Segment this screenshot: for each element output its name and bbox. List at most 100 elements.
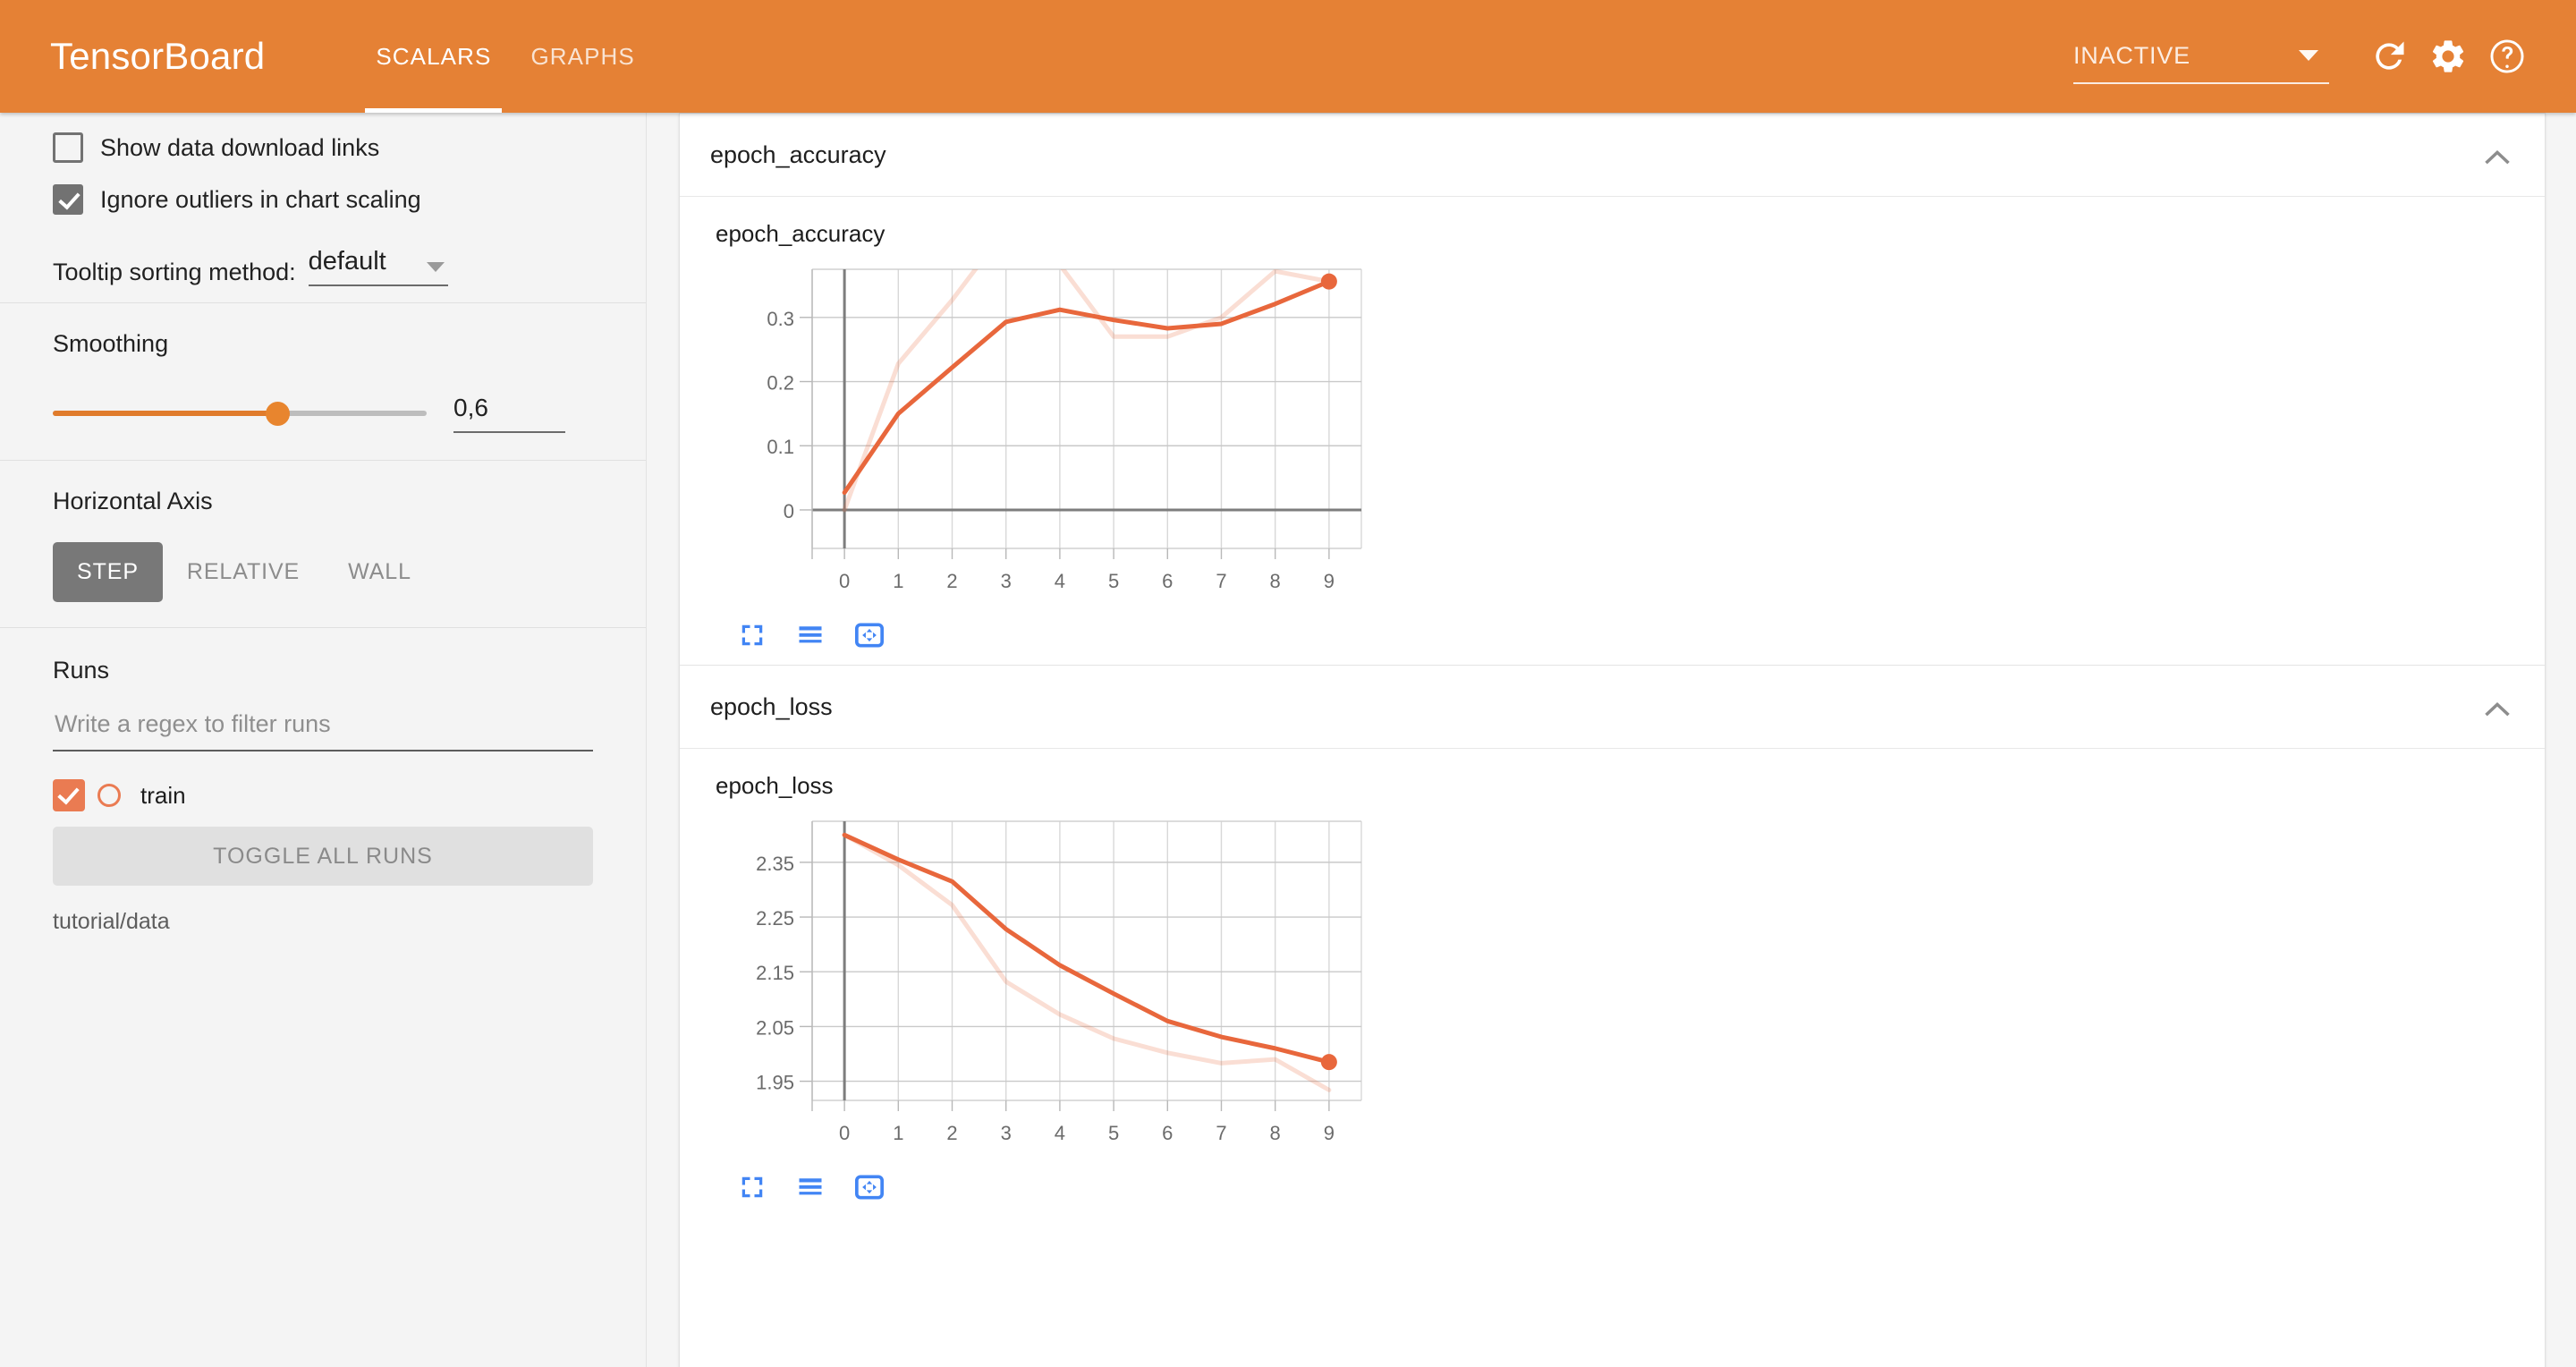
tab-scalars-label: SCALARS [376, 42, 492, 70]
svg-text:3: 3 [1001, 570, 1012, 592]
display-options-section: Show data download links Ignore outliers… [0, 113, 646, 303]
svg-text:1: 1 [893, 570, 903, 592]
runs-title: Runs [53, 657, 110, 684]
category-epoch-accuracy: epoch_accuracy epoch_accuracy 0 0.1 0.2 0.3… [680, 114, 2545, 666]
category-body-epoch-loss: epoch_loss 1.95 2.05 2.15 2.25 2.35 0 1 2 3 4 5 6 7 8… [680, 748, 2545, 1217]
horizontal-axis-options: STEP RELATIVE WALL [0, 542, 646, 602]
run-item-train[interactable]: train [0, 779, 646, 811]
svg-text:0.3: 0.3 [767, 308, 794, 330]
gear-icon[interactable] [2419, 27, 2478, 86]
settings-sidebar: Show data download links Ignore outliers… [0, 113, 647, 1367]
category-epoch-loss: epoch_loss epoch_loss 1.95 2.05 2.15 2.25 2.… [680, 666, 2545, 1217]
svg-text:9: 9 [1324, 1122, 1335, 1144]
svg-text:2.35: 2.35 [756, 853, 794, 875]
chart-title-epoch-loss: epoch_loss [716, 772, 834, 799]
category-body-epoch-accuracy: epoch_accuracy 0 0.1 0.2 0.3 0 1 2 3 4 5 6 7 8 9 [680, 196, 2545, 665]
svg-text:8: 8 [1270, 570, 1281, 592]
app-title: TensorBoard [50, 35, 266, 77]
svg-text:4: 4 [1055, 1122, 1065, 1144]
svg-text:7: 7 [1216, 570, 1226, 592]
chart-toolbar-epoch-loss [716, 1174, 2545, 1201]
show-download-links-checkbox[interactable] [53, 132, 83, 163]
app-header: TensorBoard SCALARS GRAPHS INACTIVE [0, 0, 2576, 113]
svg-text:4: 4 [1055, 570, 1065, 592]
header-actions: INACTIVE [2073, 0, 2537, 113]
svg-text:0: 0 [784, 500, 794, 522]
axis-option-wall[interactable]: WALL [324, 542, 436, 602]
tab-scalars[interactable]: SCALARS [356, 0, 511, 113]
tooltip-sorting-row: Tooltip sorting method: default [0, 247, 646, 286]
smoothing-slider[interactable] [53, 402, 427, 426]
category-title-epoch-accuracy: epoch_accuracy [710, 140, 886, 168]
runs-section: Runs train TOGGLE ALL RUNS tutorial/data [0, 628, 646, 951]
svg-text:7: 7 [1216, 1122, 1226, 1144]
main-content: epoch_accuracy epoch_accuracy 0 0.1 0.2 0.3… [647, 113, 2576, 1367]
scalars-panel: epoch_accuracy epoch_accuracy 0 0.1 0.2 0.3… [679, 113, 2546, 1367]
smoothing-section: Smoothing 0,6 [0, 303, 646, 461]
option-ignore-outliers[interactable]: Ignore outliers in chart scaling [0, 184, 646, 215]
logdir-path: tutorial/data [53, 909, 170, 934]
chart-toolbar-epoch-accuracy [716, 622, 2545, 649]
main-tabs: SCALARS GRAPHS [356, 0, 655, 113]
svg-text:6: 6 [1162, 1122, 1173, 1144]
svg-text:1.95: 1.95 [756, 1072, 794, 1094]
tooltip-sorting-value: default [308, 247, 386, 276]
svg-text:8: 8 [1270, 1122, 1281, 1144]
chevron-up-icon[interactable] [2482, 698, 2512, 722]
chevron-up-icon[interactable] [2482, 146, 2512, 170]
svg-text:2: 2 [946, 1122, 957, 1144]
slider-knob[interactable] [265, 402, 290, 426]
run-status-value: INACTIVE [2073, 41, 2190, 69]
toggle-all-runs-button[interactable]: TOGGLE ALL RUNS [53, 827, 593, 886]
runs-filter-field[interactable] [53, 709, 593, 751]
runs-filter-input[interactable] [53, 709, 593, 739]
chart-epoch-loss[interactable]: 1.95 2.05 2.15 2.25 2.35 0 1 2 3 4 5 6 7 8 9 [716, 809, 1377, 1167]
horizontal-axis-section: Horizontal Axis STEP RELATIVE WALL [0, 461, 646, 628]
ignore-outliers-checkbox[interactable] [53, 184, 83, 215]
svg-text:0.2: 0.2 [767, 372, 794, 395]
svg-text:5: 5 [1108, 570, 1119, 592]
chevron-down-icon [426, 262, 445, 272]
svg-text:2.15: 2.15 [756, 962, 794, 984]
page-body: Show data download links Ignore outliers… [0, 113, 2576, 1367]
category-header-epoch-accuracy[interactable]: epoch_accuracy [680, 114, 2545, 196]
smoothing-value: 0,6 [453, 394, 488, 421]
data-series-icon[interactable] [797, 622, 824, 649]
svg-text:9: 9 [1324, 570, 1335, 592]
chart-card-epoch-loss: epoch_loss 1.95 2.05 2.15 2.25 2.35 0 1 2 3 4 5 6 7 8… [680, 749, 2545, 1201]
option-show-download-links[interactable]: Show data download links [0, 132, 646, 163]
svg-text:0.1: 0.1 [767, 436, 794, 458]
horizontal-axis-title: Horizontal Axis [53, 488, 213, 514]
axis-option-step[interactable]: STEP [53, 542, 163, 602]
category-header-epoch-loss[interactable]: epoch_loss [680, 666, 2545, 748]
svg-text:0: 0 [839, 1122, 850, 1144]
smoothing-title: Smoothing [53, 330, 169, 357]
reset-axes-icon[interactable] [855, 622, 884, 649]
tab-graphs[interactable]: GRAPHS [511, 0, 654, 113]
svg-text:0: 0 [839, 570, 850, 592]
fullscreen-icon[interactable] [739, 1174, 766, 1201]
run-train-color-dot [97, 784, 121, 807]
tooltip-sorting-dropdown[interactable]: default [308, 247, 448, 286]
chart-epoch-accuracy[interactable]: 0 0.1 0.2 0.3 0 1 2 3 4 5 6 7 8 9 [716, 257, 1377, 615]
svg-text:2: 2 [946, 570, 957, 592]
chart-card-epoch-accuracy: epoch_accuracy 0 0.1 0.2 0.3 0 1 2 3 4 5 6 7 8 9 [680, 197, 2545, 649]
svg-text:6: 6 [1162, 570, 1173, 592]
chart-title-epoch-accuracy: epoch_accuracy [716, 220, 886, 247]
smoothing-value-field[interactable]: 0,6 [453, 394, 565, 433]
ignore-outliers-label: Ignore outliers in chart scaling [100, 185, 421, 213]
refresh-icon[interactable] [2360, 27, 2419, 86]
tab-graphs-label: GRAPHS [530, 42, 635, 70]
svg-text:5: 5 [1108, 1122, 1119, 1144]
run-train-checkbox[interactable] [53, 779, 85, 811]
help-icon[interactable] [2478, 27, 2537, 86]
axis-option-relative[interactable]: RELATIVE [163, 542, 324, 602]
run-status-dropdown[interactable]: INACTIVE [2073, 29, 2329, 84]
svg-text:3: 3 [1001, 1122, 1012, 1144]
reset-axes-icon[interactable] [855, 1174, 884, 1201]
svg-text:2.25: 2.25 [756, 907, 794, 930]
data-series-icon[interactable] [797, 1174, 824, 1201]
run-train-label: train [140, 781, 186, 809]
fullscreen-icon[interactable] [739, 622, 766, 649]
svg-text:1: 1 [893, 1122, 903, 1144]
